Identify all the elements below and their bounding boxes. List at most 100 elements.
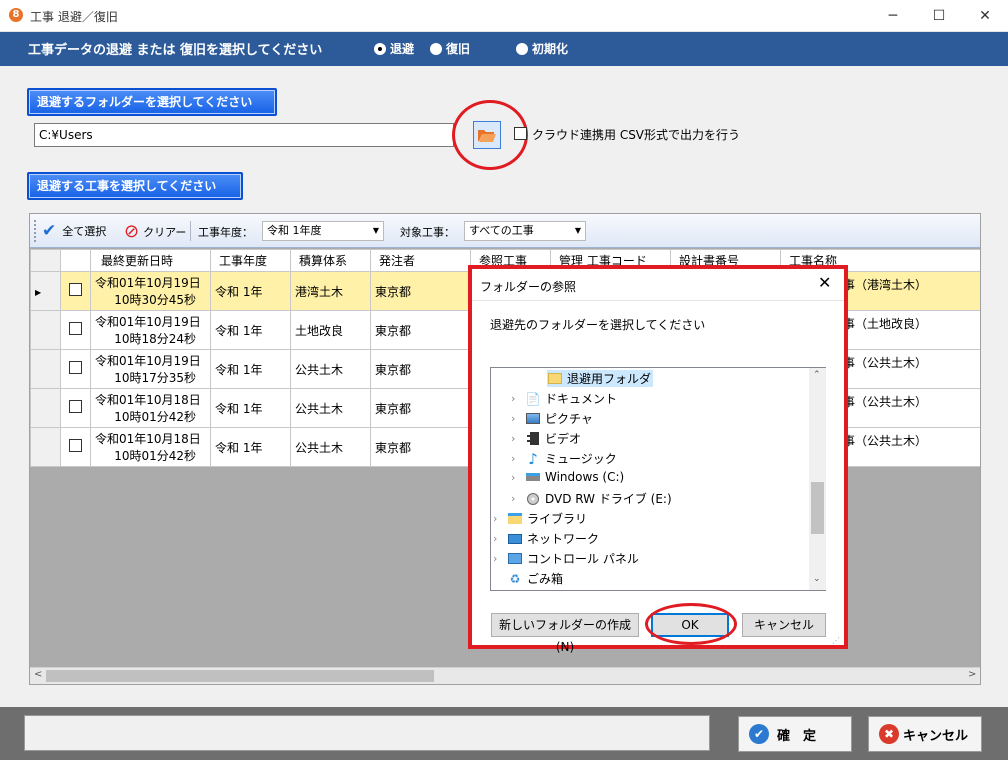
video-icon <box>525 432 541 446</box>
tree-item-music[interactable]: › ♪ ミュージック <box>511 450 617 468</box>
row-selector[interactable] <box>30 388 61 428</box>
row-checkbox-cell[interactable] <box>60 427 91 467</box>
minimize-button[interactable]: ─ <box>870 0 916 32</box>
row-checkbox[interactable] <box>69 283 82 296</box>
tree-item-network[interactable]: › ネットワーク <box>493 530 599 547</box>
updated-cell: 令和01年10月19日 10時17分35秒 <box>90 349 211 389</box>
row-checkbox[interactable] <box>69 361 82 374</box>
scroll-right-icon[interactable]: > <box>968 669 976 680</box>
target-dropdown[interactable]: すべての工事 ▼ <box>464 221 586 241</box>
row-checkbox[interactable] <box>69 400 82 413</box>
resize-grip-icon[interactable]: ⋰ <box>832 636 840 645</box>
select-all-label: 全て選択 <box>62 225 107 238</box>
updated-date: 令和01年10月19日 <box>95 276 201 290</box>
updated-date: 令和01年10月18日 <box>95 432 201 446</box>
chevron-right-icon[interactable]: › <box>511 412 525 425</box>
tree-item-pictures[interactable]: › ピクチャ <box>511 410 593 427</box>
horizontal-scrollbar[interactable]: < > <box>30 667 980 684</box>
radio-initialize[interactable]: 初期化 <box>516 40 568 57</box>
tree-item-documents[interactable]: › 📄 ドキュメント <box>511 390 617 407</box>
client-cell: 東京都 <box>370 349 471 389</box>
dialog-cancel-button[interactable]: キャンセル <box>742 613 826 637</box>
updated-date: 令和01年10月19日 <box>95 315 201 329</box>
updated-cell: 令和01年10月19日 10時30分45秒 <box>90 271 211 311</box>
system-cell: 港湾土木 <box>290 271 371 311</box>
radio-restore[interactable]: 復旧 <box>430 40 470 57</box>
tree-item-control-panel[interactable]: › コントロール パネル <box>493 550 639 567</box>
row-checkbox-cell[interactable] <box>60 388 91 428</box>
horizontal-scroll-thumb[interactable] <box>46 670 434 682</box>
close-icon: ✕ <box>979 8 991 24</box>
tree-item-dvd-drive[interactable]: › DVD RW ドライブ (E:) <box>511 490 672 507</box>
dialog-title-divider <box>472 300 844 301</box>
chevron-right-icon[interactable]: › <box>511 452 525 465</box>
year-cell: 令和 1年 <box>210 349 291 389</box>
tree-item-label: ネットワーク <box>527 532 600 546</box>
tree-scroll-thumb[interactable] <box>811 482 824 534</box>
radio-backup[interactable]: 退避 <box>374 40 414 57</box>
confirm-button[interactable]: ✔ 確 定 <box>738 716 852 752</box>
close-icon: ✕ <box>818 273 832 292</box>
maximize-button[interactable]: ☐ <box>916 0 962 32</box>
browse-folder-button[interactable] <box>473 121 501 149</box>
row-selector[interactable] <box>30 427 61 467</box>
tree-item-label: Windows (C:) <box>545 470 625 484</box>
toolbar-separator <box>190 221 191 241</box>
system-cell: 公共土木 <box>290 349 371 389</box>
tree-item-backup-folder[interactable]: 退避用フォルダ <box>547 370 654 387</box>
dialog-title: フォルダーの参照 <box>480 280 577 294</box>
year-dropdown[interactable]: 令和 1年度 ▼ <box>262 221 384 241</box>
chevron-right-icon[interactable]: › <box>511 392 525 405</box>
row-selector[interactable] <box>30 310 61 350</box>
year-cell: 令和 1年 <box>210 388 291 428</box>
chevron-right-icon[interactable]: › <box>511 432 525 445</box>
row-checkbox-cell[interactable] <box>60 271 91 311</box>
tree-vertical-scrollbar[interactable]: ⌃ ⌄ <box>809 368 826 590</box>
scroll-left-icon[interactable]: < <box>34 669 42 680</box>
csv-checkbox[interactable] <box>514 127 527 140</box>
column-header[interactable]: 工事年度 <box>210 249 291 272</box>
dialog-close-button[interactable]: ✕ <box>818 273 831 292</box>
select-all-button[interactable]: ✔ 全て選択 <box>42 221 106 241</box>
radio-label: 初期化 <box>532 42 569 56</box>
tree-item-libraries[interactable]: › ライブラリ <box>493 510 587 527</box>
cancel-label: キャンセル <box>903 728 969 744</box>
chevron-right-icon[interactable]: › <box>493 552 507 565</box>
close-button[interactable]: ✕ <box>962 0 1008 32</box>
clear-button[interactable]: ⊘ クリアー <box>124 221 186 242</box>
tree-item-windows-c[interactable]: › Windows (C:) <box>511 470 624 484</box>
folder-tree[interactable]: 退避用フォルダ › 📄 ドキュメント › ピクチャ › ビデオ › ♪ ミュージック › Wi… <box>490 367 826 591</box>
updated-time: 10時01分42秒 <box>114 449 196 463</box>
toolbar-grip <box>34 220 36 242</box>
tree-item-recycle-bin[interactable]: ♻ ごみ箱 <box>507 570 563 587</box>
updated-time: 10時30分45秒 <box>114 293 196 307</box>
client-cell: 東京都 <box>370 427 471 467</box>
chevron-right-icon[interactable]: › <box>493 532 507 545</box>
tree-item-videos[interactable]: › ビデオ <box>511 430 581 447</box>
dialog-prompt: 退避先のフォルダーを選択してください <box>490 318 706 332</box>
updated-cell: 令和01年10月18日 10時01分42秒 <box>90 427 211 467</box>
column-header[interactable]: 積算体系 <box>290 249 371 272</box>
row-checkbox[interactable] <box>69 439 82 452</box>
row-checkbox[interactable] <box>69 322 82 335</box>
row-checkbox-cell[interactable] <box>60 310 91 350</box>
scroll-down-icon[interactable]: ⌄ <box>813 574 821 584</box>
row-selector[interactable]: ▶ <box>30 271 61 311</box>
cancel-button[interactable]: ✖ キャンセル <box>868 716 982 752</box>
folder-path-input[interactable]: C:¥Users <box>34 123 454 147</box>
scroll-up-icon[interactable]: ⌃ <box>813 370 821 380</box>
current-row-icon: ▶ <box>35 288 42 297</box>
column-header[interactable]: 最終更新日時 <box>90 249 211 272</box>
library-icon <box>507 512 523 526</box>
row-selector[interactable] <box>30 349 61 389</box>
updated-time: 10時18分24秒 <box>114 332 196 346</box>
new-folder-button[interactable]: 新しいフォルダーの作成(N) <box>491 613 639 654</box>
chevron-right-icon[interactable]: › <box>511 471 525 484</box>
tree-item-label: ミュージック <box>545 452 617 466</box>
tree-item-label: コントロール パネル <box>527 552 639 566</box>
column-header[interactable]: 発注者 <box>370 249 471 272</box>
chevron-right-icon[interactable]: › <box>511 492 525 505</box>
chevron-right-icon[interactable]: › <box>493 512 507 525</box>
row-checkbox-cell[interactable] <box>60 349 91 389</box>
radio-label: 退避 <box>390 42 415 56</box>
